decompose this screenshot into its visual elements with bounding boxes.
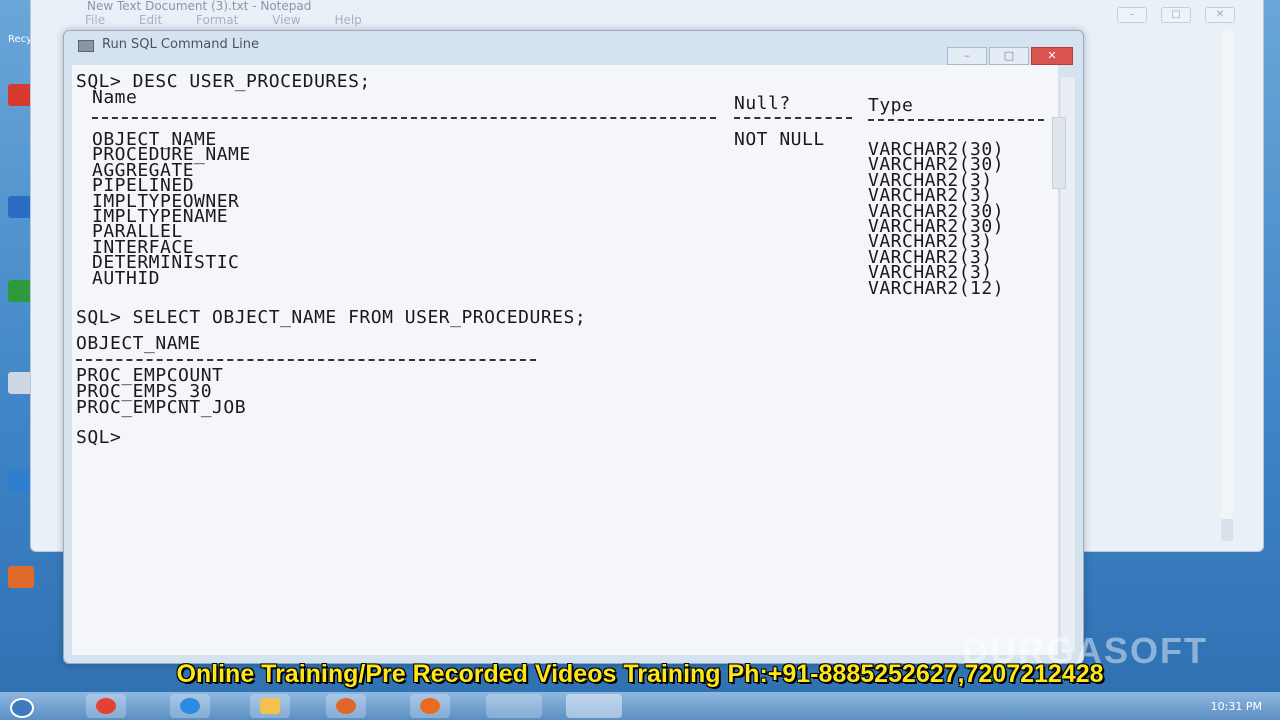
desc-header-type: Type bbox=[868, 95, 914, 116]
close-button[interactable]: ✕ bbox=[1031, 47, 1073, 65]
menu-view[interactable]: View bbox=[272, 13, 300, 27]
taskbar-sql-button[interactable] bbox=[566, 694, 622, 718]
notepad-close-button[interactable]: ✕ bbox=[1205, 7, 1235, 23]
sql-titlebar[interactable]: Run SQL Command Line – □ ✕ bbox=[64, 31, 1083, 65]
notepad-scrollbar[interactable] bbox=[1221, 31, 1233, 541]
training-banner: Online Training/Pre Recorded Videos Trai… bbox=[176, 660, 1104, 688]
result-divider bbox=[76, 359, 536, 361]
result-header: OBJECT_NAME bbox=[76, 333, 201, 354]
result-row: PROC_EMPCNT_JOB bbox=[76, 397, 247, 418]
notepad-minimize-button[interactable]: – bbox=[1117, 7, 1147, 23]
minimize-button[interactable]: – bbox=[947, 47, 987, 65]
maximize-button[interactable]: □ bbox=[989, 47, 1029, 65]
media-file-icon[interactable] bbox=[8, 566, 34, 588]
console-output[interactable]: SQL> DESC USER_PROCEDURES; Name Null? Ty… bbox=[72, 65, 1058, 655]
desc-divider-name bbox=[92, 117, 716, 119]
internet-explorer-icon bbox=[180, 698, 200, 714]
desc-divider-null bbox=[734, 117, 852, 119]
menu-format[interactable]: Format bbox=[196, 13, 238, 27]
notepad-maximize-button[interactable]: □ bbox=[1161, 7, 1191, 23]
sql-command-window[interactable]: Run SQL Command Line – □ ✕ SQL> DESC USE… bbox=[63, 30, 1084, 664]
desc-row-name: AUTHID bbox=[92, 267, 161, 289]
notepad-window-controls: – □ ✕ bbox=[1117, 7, 1235, 23]
desc-row-type: VARCHAR2(12) bbox=[868, 277, 1005, 299]
sql-window-title: Run SQL Command Line bbox=[102, 37, 259, 52]
notepad-menu: File Edit Format View Help bbox=[85, 13, 392, 27]
taskbar-clock: 10:31 PM bbox=[1210, 700, 1262, 713]
console-command-select: SQL> SELECT OBJECT_NAME FROM USER_PROCED… bbox=[76, 307, 587, 328]
chrome-icon bbox=[96, 698, 116, 714]
start-orb-icon[interactable] bbox=[10, 698, 34, 718]
firefox-icon bbox=[420, 698, 440, 714]
media-player-icon bbox=[336, 698, 356, 714]
windows-taskbar: 10:31 PM bbox=[0, 692, 1280, 720]
taskbar-notepad-button[interactable] bbox=[486, 694, 542, 718]
desc-header-name: Name bbox=[92, 87, 138, 108]
menu-edit[interactable]: Edit bbox=[139, 13, 162, 27]
console-scroll-thumb[interactable] bbox=[1052, 117, 1066, 189]
console-icon bbox=[78, 40, 94, 52]
sql-prompt[interactable]: SQL> bbox=[76, 429, 121, 447]
notepad-title: New Text Document (3).txt - Notepad bbox=[87, 0, 312, 13]
menu-help[interactable]: Help bbox=[334, 13, 361, 27]
desc-row-null: NOT NULL bbox=[734, 129, 825, 150]
folder-icon bbox=[260, 698, 280, 714]
menu-file[interactable]: File bbox=[85, 13, 105, 27]
sql-window-controls: – □ ✕ bbox=[947, 47, 1073, 65]
desc-divider-type bbox=[868, 119, 1044, 121]
desc-header-null: Null? bbox=[734, 93, 791, 114]
notepad-scroll-thumb[interactable] bbox=[1221, 519, 1233, 541]
